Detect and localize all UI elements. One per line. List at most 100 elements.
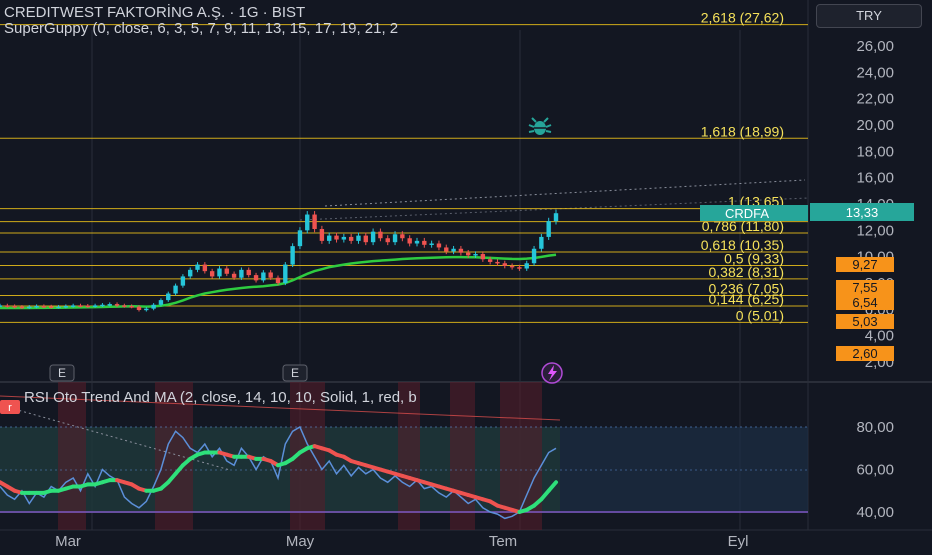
svg-text:CRDFA: CRDFA [725, 206, 769, 221]
candle-body [444, 247, 449, 252]
candle-body [524, 263, 529, 269]
candle-body [275, 277, 281, 283]
rsi-axis-ticks: 80,00 60,00 40,00 [856, 419, 894, 521]
candle-body [370, 231, 376, 243]
candle-body [136, 306, 142, 310]
orange-price-tag-label: 6,54 [852, 295, 877, 310]
candle-body [327, 235, 332, 241]
orange-price-tag-label: 5,03 [852, 314, 877, 329]
candle-body [253, 275, 259, 281]
candle-body [217, 268, 222, 277]
candle-body [385, 238, 390, 243]
candle-body [334, 235, 339, 240]
candle-body [209, 271, 215, 277]
candle-body [5, 305, 10, 307]
candle-body [92, 305, 98, 307]
time-tick-label: Mar [55, 533, 81, 550]
rsi-tick-label: 40,00 [856, 504, 894, 521]
candle-body [414, 240, 420, 244]
candle-body [305, 214, 310, 231]
price-tick-label: 26,00 [856, 38, 894, 55]
fib-label: 0,382 (8,31) [709, 264, 785, 280]
orange-price-tag-label: 9,27 [852, 257, 877, 272]
orange-price-tag-label: 7,55 [852, 280, 877, 295]
candle-body [546, 221, 551, 237]
fib-label: 0,144 (6,25) [709, 291, 785, 307]
candle-body [202, 264, 208, 272]
candle-body [407, 238, 412, 244]
symbol-tag[interactable]: CRDFA [700, 205, 808, 221]
candle-body [290, 246, 295, 265]
candle-body [531, 248, 537, 264]
symbol-title[interactable]: CREDITWEST FAKTORİNG A.Ş. · 1G · BIST [4, 4, 305, 21]
candle-body [180, 276, 186, 286]
candle-body [422, 240, 427, 245]
svg-text:r: r [8, 402, 12, 414]
currency-button[interactable]: TRY [816, 4, 922, 28]
candle-body [122, 305, 127, 307]
rsi-tick-label: 60,00 [856, 462, 894, 479]
price-tick-label: 18,00 [856, 143, 894, 160]
candle-body [283, 264, 288, 283]
candle-body [188, 269, 193, 277]
candle-body [85, 305, 90, 308]
candle-body [12, 306, 17, 308]
candle-body [436, 243, 442, 248]
candle-body [114, 304, 120, 306]
candle-body [56, 306, 61, 309]
chart-stage[interactable]: 2,618 (27,62)1,618 (18,99)1 (13,65)0,886… [0, 0, 932, 550]
candle-body [392, 234, 398, 243]
candle-body [487, 259, 493, 262]
price-tick-label: 4,00 [865, 328, 894, 345]
rsi-badge[interactable]: r [0, 400, 20, 414]
chart-canvas[interactable]: 2,618 (27,62)1,618 (18,99)1 (13,65)0,886… [0, 0, 932, 550]
fib-label: 1,618 (18,99) [701, 123, 784, 139]
candle-body [239, 269, 244, 278]
last-price-tag[interactable]: 13,33 [810, 203, 914, 221]
candle-body [517, 267, 522, 269]
candle-body [363, 235, 368, 243]
candle-body [70, 305, 76, 307]
candle-body [195, 264, 200, 270]
candle-body [378, 231, 383, 239]
indicator-legend[interactable]: SuperGuppy (0, close, 6, 3, 5, 7, 9, 11,… [4, 20, 398, 37]
candle-body [231, 273, 237, 278]
candle-body [297, 230, 303, 247]
candle-body [356, 235, 361, 241]
candle-body [129, 306, 134, 308]
earnings-marker-2[interactable]: E [282, 364, 308, 382]
candle-body [224, 268, 229, 274]
candle-body [100, 304, 105, 307]
rsi-tick-label: 80,00 [856, 419, 894, 436]
price-tick-label: 16,00 [856, 170, 894, 187]
earnings-marker-1[interactable]: E [49, 364, 75, 382]
time-tick-label: May [286, 533, 315, 550]
candle-body [429, 243, 434, 245]
candle-body [166, 293, 171, 301]
candle-body [466, 252, 471, 256]
candle-body [268, 272, 273, 278]
candle-body [41, 306, 47, 308]
candle-body [348, 236, 354, 241]
candle-body [261, 272, 266, 281]
candle-body [495, 261, 500, 264]
fib-label: 2,618 (27,62) [701, 10, 784, 26]
candle-body [341, 236, 347, 240]
candle-body [158, 300, 164, 305]
candle-body [502, 263, 507, 266]
candle-body [509, 265, 515, 268]
candle-body [34, 306, 39, 308]
price-tick-label: 24,00 [856, 64, 894, 81]
candle-body [458, 248, 464, 253]
candle-body [539, 236, 544, 249]
candle-body [480, 254, 486, 260]
lightning-icon[interactable] [541, 362, 563, 384]
candle-body [144, 308, 149, 311]
orange-price-tag-label: 2,60 [852, 346, 877, 361]
price-tick-label: 20,00 [856, 117, 894, 134]
candle-body [107, 304, 112, 306]
time-tick-label: Tem [489, 533, 517, 550]
candle-body [246, 269, 251, 276]
candle-body [63, 306, 69, 308]
candle-body [0, 305, 3, 307]
